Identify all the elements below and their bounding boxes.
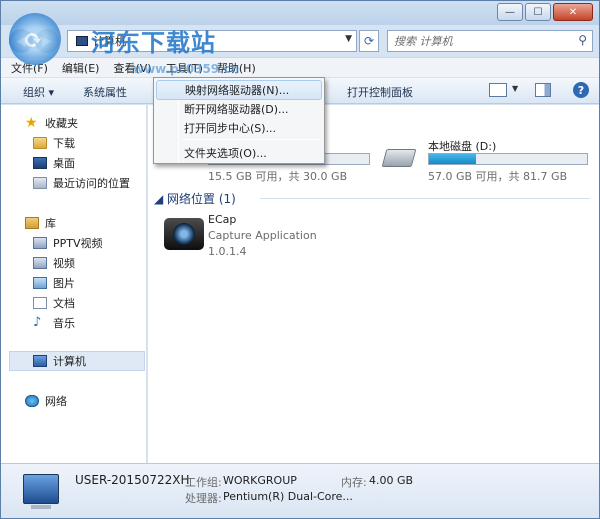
window-controls: — ☐ ✕ [495,3,593,21]
processor-value: Pentium(R) Dual-Core... [223,490,353,503]
collapse-arrow-icon: ◢ [154,192,168,206]
desktop-icon [33,157,47,169]
processor-label: 处理器: [185,492,222,505]
workgroup-label: 工作组: [185,476,222,489]
nav-label: PPTV视频 [53,237,103,250]
menu-item-open-sync-center[interactable]: 打开同步中心(S)... [156,118,322,138]
nav-item-documents[interactable]: 文档 [1,293,147,313]
refresh-button[interactable]: ⟳ [359,30,379,52]
computer-stand [31,505,51,509]
star-icon: ★ [25,115,38,131]
network-item-version: 1.0.1.4 [208,245,247,258]
documents-library-icon [33,297,47,309]
computer-name: USER-20150722XH [75,473,190,487]
system-properties-button[interactable]: 系统属性 [83,84,127,100]
drive-label: 本地磁盘 (D:) [428,140,497,153]
chevron-down-icon[interactable]: ▼ [512,84,518,93]
network-item-description: Capture Application [208,229,317,242]
nav-item-music[interactable]: ♪ 音乐 [1,313,147,333]
nav-network[interactable]: 网络 [1,391,147,411]
change-view-icon[interactable] [489,83,507,97]
section-network-locations[interactable]: ◢ 网络位置 (1) [154,190,236,207]
watermark-url: www.pc0359.cn [133,62,240,76]
search-icon[interactable]: ⚲ [578,33,587,47]
workgroup-value: WORKGROUP [223,474,297,487]
library-icon [25,217,39,229]
pictures-library-icon [33,277,47,289]
nav-libraries[interactable]: 库 [1,213,147,233]
nav-label: 下载 [53,137,75,150]
nav-label: 文档 [53,297,75,310]
video-library-icon [33,257,47,269]
open-control-panel-button[interactable]: 打开控制面板 [347,84,413,100]
nav-item-pptv[interactable]: PPTV视频 [1,233,147,253]
computer-icon [23,474,59,504]
nav-item-recent[interactable]: 最近访问的位置 [1,173,147,193]
drive-usage-bar [428,153,588,165]
nav-label: 最近访问的位置 [53,177,130,190]
nav-item-videos[interactable]: 视频 [1,253,147,273]
search-placeholder: 搜索 计算机 [394,35,453,48]
watermark-title: 河东下载站 [91,29,216,57]
memory-label: 内存: [341,476,367,489]
section-divider [260,198,590,199]
nav-item-desktop[interactable]: 桌面 [1,153,147,173]
close-button[interactable]: ✕ [553,3,593,21]
nav-label: 桌面 [53,157,75,170]
nav-label: 计算机 [53,355,86,368]
downloads-folder-icon [33,137,47,149]
nav-item-pictures[interactable]: 图片 [1,273,147,293]
tools-dropdown-menu: 映射网络驱动器(N)... 断开网络驱动器(D)... 打开同步中心(S)...… [153,77,325,164]
camera-icon [164,218,204,250]
nav-label: 网络 [45,395,67,408]
chevron-down-icon[interactable]: ▼ [345,34,352,44]
camera-lens [173,223,195,245]
nav-label: 库 [45,217,56,230]
computer-icon [33,355,47,367]
recent-places-icon [33,177,47,189]
hard-drive-icon [381,149,417,167]
watermark-logo-icon: ⟳ [9,13,61,65]
memory-value: 4.00 GB [369,474,414,487]
organize-button[interactable]: 组织 ▾ [23,84,54,100]
video-library-icon [33,237,47,249]
preview-pane-icon[interactable] [535,83,551,97]
drive-free-text: 57.0 GB 可用，共 81.7 GB [428,170,568,183]
navigation-pane: ★ 收藏夹 下载 桌面 最近访问的位置 库 PPTV视频 视频 图片 文档 ♪ … [1,105,147,463]
nav-item-downloads[interactable]: 下载 [1,133,147,153]
nav-label: 收藏夹 [45,117,78,130]
menu-item-disconnect-network-drive[interactable]: 断开网络驱动器(D)... [156,99,322,119]
nav-favorites[interactable]: ★ 收藏夹 [1,113,147,133]
watermark: ⟳ 河东下载站 www.pc0359.cn [9,9,259,76]
nav-label: 视频 [53,257,75,270]
section-title: 网络位置 (1) [167,192,236,206]
help-button[interactable]: ? [573,82,589,98]
music-note-icon: ♪ [33,315,42,330]
drive-usage-fill [429,154,477,164]
search-input[interactable]: 搜索 计算机 ⚲ [387,30,593,52]
menu-item-folder-options[interactable]: 文件夹选项(O)... [156,143,322,163]
menu-item-map-network-drive[interactable]: 映射网络驱动器(N)... [156,80,322,100]
nav-computer[interactable]: 计算机 [9,351,145,371]
menu-separator [182,139,320,140]
network-item-name: ECap [208,213,237,226]
details-pane: USER-20150722XH 工作组: WORKGROUP 内存: 4.00 … [1,463,599,518]
explorer-window: — ☐ ✕ ◀ ▶ 计算机 ▼ ⟳ 搜索 计算机 ⚲ 文件(F) 编辑(E) 查… [0,0,600,519]
nav-label: 音乐 [53,317,75,330]
network-icon [25,395,39,407]
nav-label: 图片 [53,277,75,290]
maximize-button[interactable]: ☐ [525,3,551,21]
drive-free-text: 15.5 GB 可用，共 30.0 GB [208,170,348,183]
minimize-button[interactable]: — [497,3,523,21]
